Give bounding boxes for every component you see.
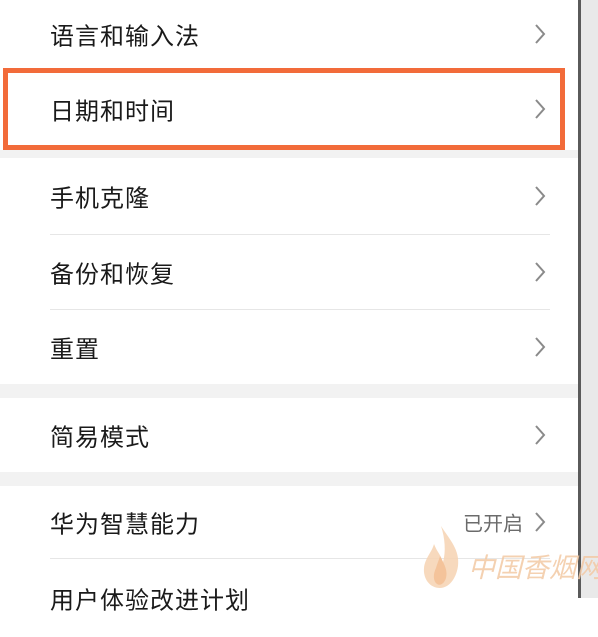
settings-item-simple-mode[interactable]: 简易模式 [0, 398, 578, 472]
settings-item-label: 华为智慧能力 [50, 510, 200, 539]
chevron-right-icon [535, 262, 546, 282]
settings-item-phone-clone[interactable]: 手机克隆 [0, 158, 578, 234]
flame-logo-icon [423, 526, 459, 588]
watermark-text: 中国香烟网 [468, 553, 598, 584]
chevron-right-icon [535, 425, 546, 445]
chevron-right-icon [535, 24, 546, 44]
settings-item-label: 用户体验改进计划 [50, 586, 250, 615]
settings-item-date-time[interactable]: 日期和时间 [0, 68, 578, 150]
section-gap [0, 150, 578, 158]
section-gap [0, 384, 578, 398]
settings-item-reset[interactable]: 重置 [0, 310, 578, 384]
chevron-right-icon [535, 337, 546, 357]
settings-item-language-input[interactable]: 语言和输入法 [0, 0, 578, 68]
settings-item-backup-restore[interactable]: 备份和恢复 [0, 235, 578, 309]
settings-item-label: 备份和恢复 [50, 260, 175, 289]
settings-item-label: 简易模式 [50, 423, 150, 452]
section-gap [0, 472, 578, 486]
settings-item-label: 日期和时间 [50, 97, 175, 126]
right-edge [578, 0, 598, 598]
settings-item-label: 语言和输入法 [50, 22, 200, 51]
settings-item-label: 手机克隆 [50, 184, 150, 213]
watermark: 中国香烟网 [408, 518, 598, 598]
settings-screen: 语言和输入法 日期和时间 手机克隆 备份和恢复 重置 简易模式 华为智慧能力 已… [0, 0, 578, 637]
chevron-right-icon [535, 186, 546, 206]
settings-item-label: 重置 [50, 335, 100, 364]
chevron-right-icon [535, 99, 546, 119]
